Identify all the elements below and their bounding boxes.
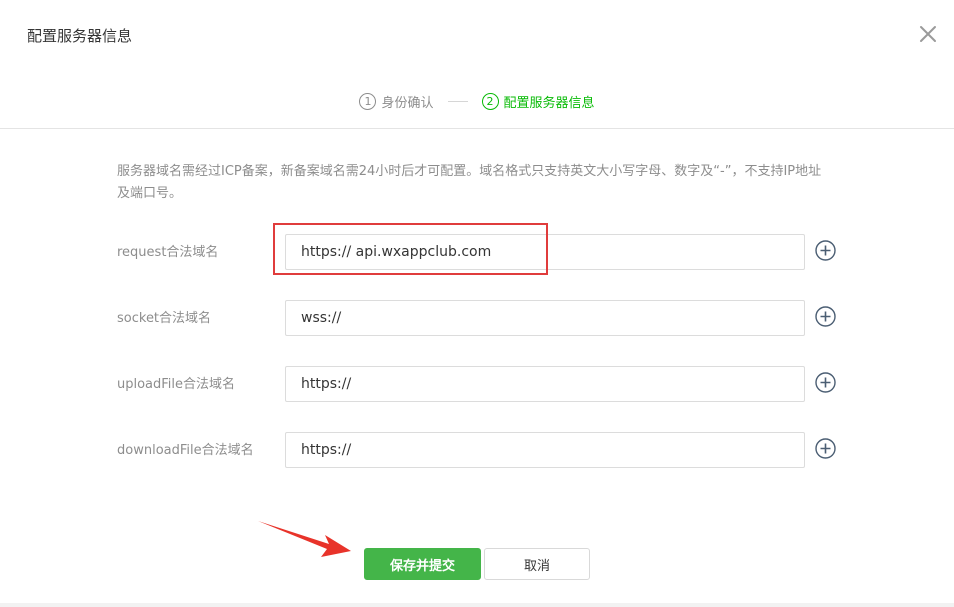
download-domain-label: downloadFile合法域名	[117, 443, 254, 458]
step-connector	[447, 100, 468, 102]
add-socket-domain-icon[interactable]	[815, 306, 836, 327]
header-divider	[0, 128, 954, 129]
red-arrow-icon	[258, 521, 351, 557]
cancel-button[interactable]: 取消	[484, 548, 590, 580]
download-domain-input[interactable]	[285, 432, 805, 468]
upload-domain-input[interactable]	[285, 366, 805, 402]
socket-domain-input[interactable]	[285, 300, 805, 336]
request-domain-label: request合法域名	[117, 245, 219, 260]
step-number-2: 2	[481, 92, 499, 110]
step-indicator: 1 身份确认 2 配置服务器信息	[0, 90, 954, 112]
dialog-bottom-edge	[0, 603, 954, 607]
step-label-1: 身份确认	[381, 95, 434, 111]
upload-domain-label: uploadFile合法域名	[117, 377, 236, 392]
domain-requirement-tip: 服务器域名需经过ICP备案，新备案域名需24小时后才可配置。域名格式只支持英文大…	[117, 164, 822, 201]
step-label-2: 配置服务器信息	[503, 95, 595, 111]
socket-domain-label: socket合法域名	[117, 311, 212, 326]
save-submit-button[interactable]: 保存并提交	[364, 548, 481, 580]
request-domain-input[interactable]	[285, 234, 805, 270]
add-download-domain-icon[interactable]	[815, 438, 836, 459]
close-icon[interactable]	[916, 22, 940, 46]
config-server-dialog: 配置服务器信息 1 身份确认 2 配置服务器信息 服务器域名需经过ICP备案，新…	[0, 0, 954, 607]
add-upload-domain-icon[interactable]	[815, 372, 836, 393]
step-config-server: 2 配置服务器信息	[481, 92, 595, 111]
step-identity: 1 身份确认	[359, 92, 434, 111]
add-request-domain-icon[interactable]	[815, 240, 836, 261]
step-number-1: 1	[359, 92, 377, 110]
dialog-title: 配置服务器信息	[27, 27, 133, 45]
